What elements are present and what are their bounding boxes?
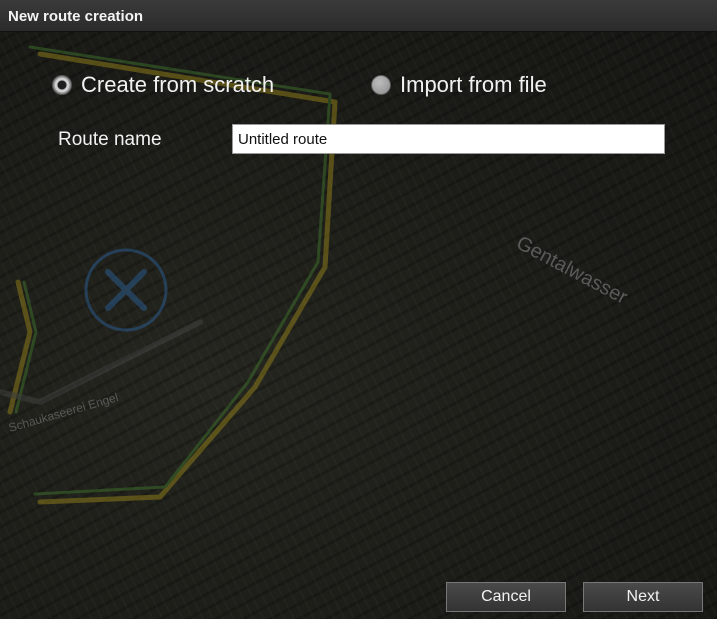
dialog-titlebar[interactable]: New route creation xyxy=(0,0,717,32)
waypoint-marker xyxy=(84,248,168,332)
route-path-green xyxy=(28,45,332,496)
cancel-button[interactable]: Cancel xyxy=(446,582,566,612)
route-name-label: Route name xyxy=(58,129,162,150)
radio-unselected-icon[interactable] xyxy=(371,75,391,95)
radio-selected-icon[interactable] xyxy=(52,75,72,95)
import-from-file-option[interactable]: Import from file xyxy=(371,72,547,98)
map-background: Gentalwasser Schaukaseerei Engel xyxy=(0,32,717,619)
dialog-title: New route creation xyxy=(8,8,144,25)
import-from-file-label: Import from file xyxy=(400,72,547,97)
route-name-input[interactable] xyxy=(232,124,665,154)
next-button[interactable]: Next xyxy=(583,582,703,612)
map-label-gentalwasser: Gentalwasser xyxy=(513,232,632,309)
route-path-yellow xyxy=(37,51,338,505)
create-from-scratch-label: Create from scratch xyxy=(81,72,275,97)
create-from-scratch-option[interactable]: Create from scratch xyxy=(52,72,274,98)
